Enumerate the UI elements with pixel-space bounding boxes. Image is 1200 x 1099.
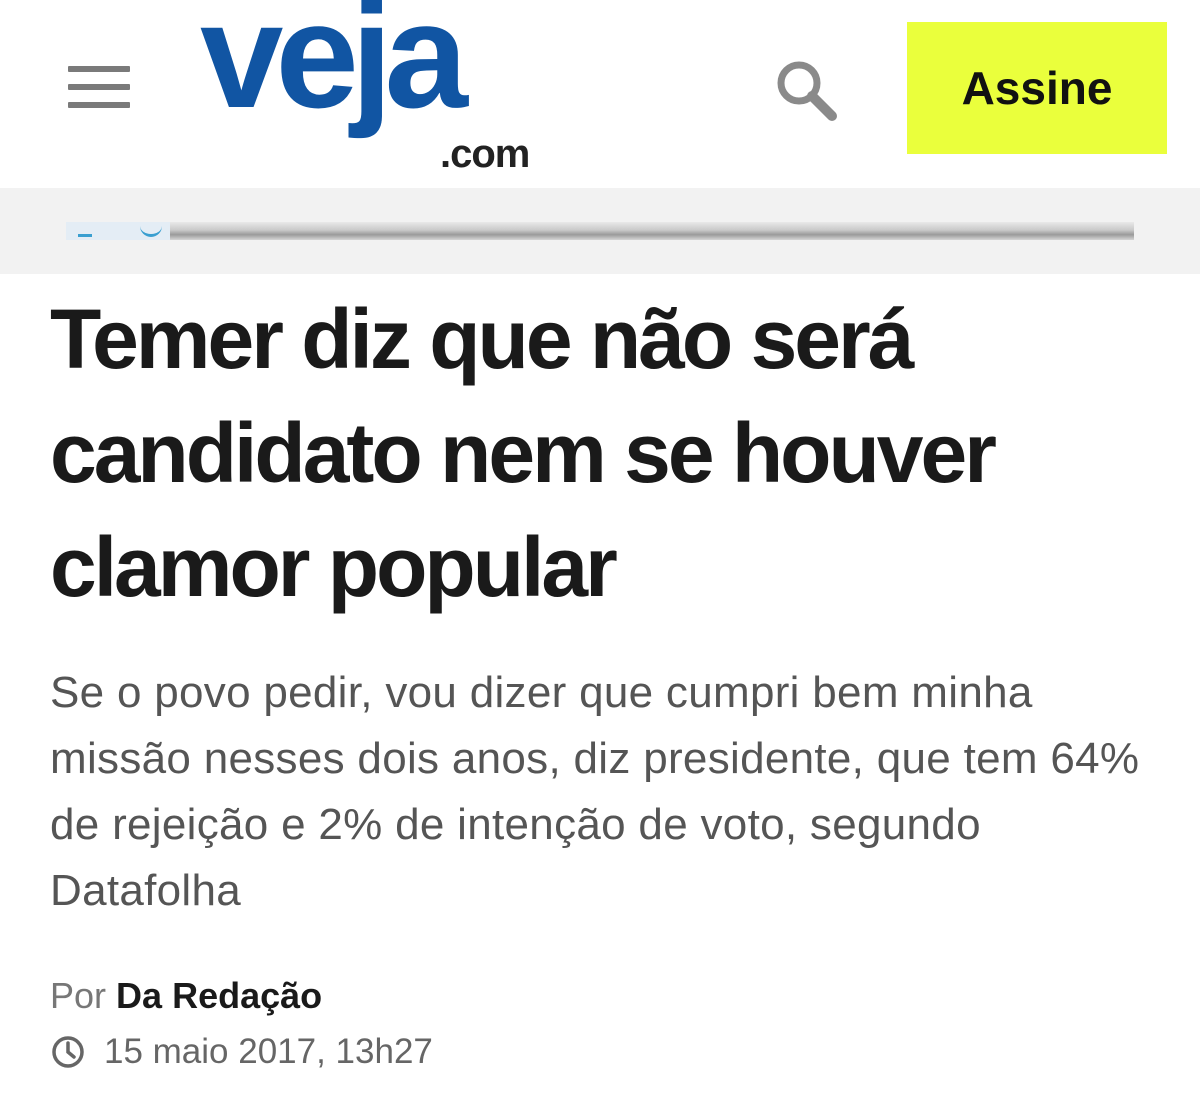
publish-date: 15 maio 2017, 13h27 [104, 1032, 433, 1071]
article-byline: Por Da Redação [50, 974, 322, 1018]
byline-prefix: Por [50, 975, 107, 1016]
site-logo[interactable]: veja .com [200, 0, 560, 182]
hamburger-menu-icon[interactable] [68, 66, 132, 110]
logo-suffix: .com [440, 132, 530, 176]
logo-wordmark: veja [200, 0, 468, 139]
author-link[interactable]: Da Redação [116, 975, 322, 1016]
subscribe-button[interactable]: Assine [907, 22, 1167, 154]
article-dateline: 15 maio 2017, 13h27 [50, 1030, 433, 1074]
article-headline: Temer diz que não será candidato nem se … [50, 292, 997, 614]
search-icon[interactable] [772, 56, 842, 126]
site-header: veja .com Assine [0, 0, 1200, 188]
article-subtitle: Se o povo pedir, vou dizer que cumpri be… [50, 668, 1140, 915]
clock-icon [52, 1036, 84, 1068]
ad-logo-fragment [66, 222, 170, 240]
ad-banner[interactable] [66, 222, 1134, 240]
